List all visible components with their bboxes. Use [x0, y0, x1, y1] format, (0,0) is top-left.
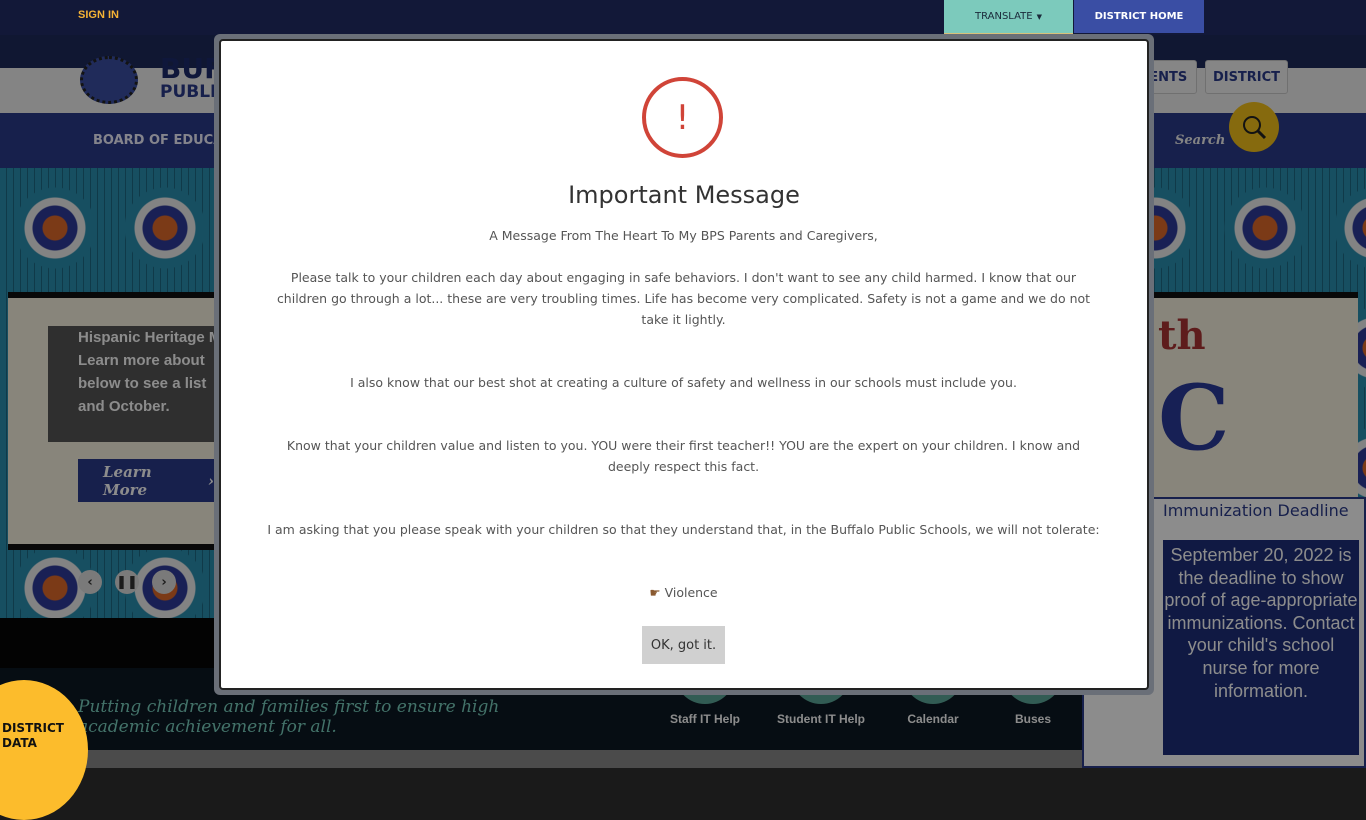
chevron-down-icon: ▼	[1036, 12, 1042, 21]
tagline-line: Putting children and families first to e…	[78, 697, 500, 717]
district-home-button[interactable]: DISTRICT HOME	[1074, 0, 1204, 33]
prev-slide-button[interactable]: ‹	[78, 570, 102, 594]
modal-paragraph: I am asking that you please speak with y…	[267, 522, 1100, 537]
learn-more-button[interactable]: Learn More ›	[78, 459, 214, 502]
next-slide-button[interactable]: ›	[152, 570, 176, 594]
quick-link-buses[interactable]: Buses	[978, 712, 1088, 726]
quick-link-student-it-help[interactable]: Student IT Help	[766, 712, 876, 726]
hero-line: Hispanic Heritage Month	[78, 329, 214, 346]
district-data-line: DISTRICT	[2, 721, 64, 735]
modal-list-item: ☛ Violence	[276, 582, 1091, 603]
pointing-hand-icon: ☛	[649, 585, 661, 600]
district-data-label[interactable]: DISTRICT DATA	[2, 721, 64, 751]
modal-title: Important Message	[568, 181, 800, 209]
search-icon	[1243, 116, 1267, 140]
modal-paragraph: Please talk to your children each day ab…	[276, 270, 1091, 327]
ok-got-it-button[interactable]: OK, got it.	[642, 626, 725, 664]
hero-line: and October.	[78, 398, 170, 415]
chevron-left-icon: ‹	[87, 574, 93, 590]
hero-line: below to see a list	[78, 375, 207, 392]
important-message-modal: ! Important Message A Message From The H…	[214, 34, 1154, 695]
tagline-line: academic achievement for all.	[78, 717, 337, 737]
district-logo[interactable]	[80, 56, 138, 104]
chevron-right-icon: ›	[161, 574, 167, 590]
immunization-title: Immunization Deadline	[1163, 501, 1349, 520]
modal-paragraph: A Message From The Heart To My BPS Paren…	[489, 228, 878, 243]
pause-slide-button[interactable]: ❚❚	[115, 570, 139, 594]
hero-right-text: th	[1158, 312, 1206, 359]
translate-label: TRANSLATE	[974, 11, 1033, 22]
sign-in-link[interactable]: SIGN IN	[78, 9, 119, 21]
alert-icon: !	[642, 77, 723, 158]
search-label: Search	[1175, 133, 1226, 148]
immunization-body: September 20, 2022 is the deadline to sh…	[1163, 540, 1359, 755]
quick-link-staff-it-help[interactable]: Staff IT Help	[650, 712, 760, 726]
search-button[interactable]	[1229, 102, 1279, 152]
translate-button[interactable]: TRANSLATE ▼	[944, 0, 1073, 35]
modal-paragraph: I also know that our best shot at creati…	[350, 375, 1017, 390]
list-item-text: Violence	[664, 585, 718, 600]
hero-right-letter: C	[1158, 365, 1230, 471]
learn-more-label: Learn More	[103, 462, 152, 499]
district-data-line: DATA	[2, 736, 37, 750]
tab-district[interactable]: DISTRICT	[1205, 60, 1288, 94]
hero-line: Learn more about	[78, 352, 205, 369]
tagline: Putting children and families first to e…	[78, 697, 499, 737]
quick-link-calendar[interactable]: Calendar	[878, 712, 988, 726]
modal-content: ! Important Message A Message From The H…	[219, 39, 1149, 690]
pause-icon: ❚❚	[116, 574, 138, 590]
hero-text: Hispanic Heritage Month Learn more about…	[78, 326, 214, 442]
top-bar: SIGN IN TRANSLATE ▼ DISTRICT HOME	[0, 0, 1366, 35]
modal-paragraph: Know that your children value and listen…	[286, 438, 1081, 474]
